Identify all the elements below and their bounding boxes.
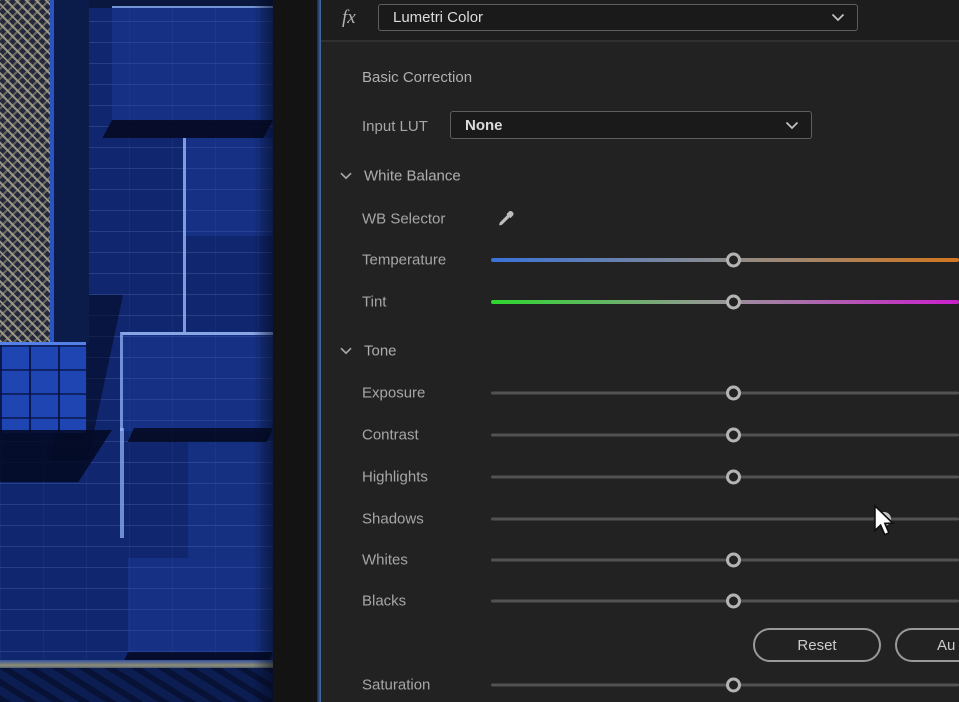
section-header-white-balance[interactable]: White Balance <box>321 162 959 190</box>
slider-row-contrast: Contrast <box>321 421 959 449</box>
window-screen-mesh <box>0 0 55 342</box>
input-lut-value: None <box>451 117 785 134</box>
eyedropper-icon[interactable] <box>493 207 519 233</box>
slider-label: Exposure <box>362 385 425 402</box>
effect-selector-value: Lumetri Color <box>379 9 831 26</box>
slider-row-tint: Tint <box>321 288 959 316</box>
slider-row-saturation: Saturation <box>321 671 959 699</box>
slider-row-highlights: Highlights <box>321 463 959 491</box>
slider-knob[interactable] <box>726 678 741 693</box>
panel-gutter <box>273 0 317 702</box>
section-header-tone[interactable]: Tone <box>321 337 959 365</box>
section-title-basic-correction: Basic Correction <box>362 69 472 86</box>
slider-track-area[interactable] <box>491 379 959 407</box>
effect-header-row: fx Lumetri Color <box>321 0 959 42</box>
slider-knob[interactable] <box>726 428 741 443</box>
chevron-down-icon[interactable] <box>831 13 845 22</box>
slider-knob[interactable] <box>726 594 741 609</box>
slider-knob[interactable] <box>726 470 741 485</box>
slider-track-area[interactable] <box>491 246 959 274</box>
slider-label: Shadows <box>362 511 424 528</box>
action-buttons-row: Reset Au <box>321 628 959 662</box>
slider-track-area[interactable] <box>491 671 959 699</box>
slider-row-temperature: Temperature <box>321 246 959 274</box>
slider-label: Saturation <box>362 677 430 694</box>
effect-selector-dropdown[interactable]: Lumetri Color <box>378 4 858 31</box>
slider-knob[interactable] <box>726 295 741 310</box>
slider-track-area[interactable] <box>491 288 959 316</box>
wb-selector-row: WB Selector <box>321 205 959 233</box>
slider-track-area[interactable] <box>491 463 959 491</box>
chevron-down-icon[interactable] <box>785 121 799 130</box>
video-preview-frame <box>0 0 273 702</box>
slider-knob[interactable] <box>726 386 741 401</box>
slider-label: Blacks <box>362 593 406 610</box>
slider-knob[interactable] <box>726 253 741 268</box>
input-lut-label: Input LUT <box>362 118 428 135</box>
slider-knob[interactable] <box>877 512 891 526</box>
slider-label: Temperature <box>362 252 446 269</box>
slider-label: Highlights <box>362 469 428 486</box>
section-header-label: White Balance <box>364 168 461 185</box>
fx-icon: fx <box>342 7 356 29</box>
slider-label: Tint <box>362 294 386 311</box>
window-frame <box>50 0 89 342</box>
wb-selector-label: WB Selector <box>362 211 445 228</box>
chevron-down-icon[interactable] <box>340 172 352 180</box>
slider-row-shadows: Shadows <box>321 505 959 533</box>
section-header-label: Tone <box>364 343 397 360</box>
app-window: fx Lumetri Color Basic Correction Input … <box>0 0 959 702</box>
slider-row-exposure: Exposure <box>321 379 959 407</box>
auto-button[interactable]: Au <box>895 628 959 662</box>
slider-track-area[interactable] <box>491 505 959 533</box>
slider-track-area[interactable] <box>491 421 959 449</box>
slider-track-area[interactable] <box>491 587 959 615</box>
window-sill <box>0 342 86 433</box>
input-lut-dropdown[interactable]: None <box>450 111 812 139</box>
slider-knob[interactable] <box>726 553 741 568</box>
slider-track-area[interactable] <box>491 546 959 574</box>
slider-label: Contrast <box>362 427 419 444</box>
reset-button[interactable]: Reset <box>753 628 881 662</box>
lumetri-color-panel: fx Lumetri Color Basic Correction Input … <box>321 0 959 702</box>
slider-label: Whites <box>362 552 408 569</box>
chevron-down-icon[interactable] <box>340 347 352 355</box>
slider-row-blacks: Blacks <box>321 587 959 615</box>
slider-row-whites: Whites <box>321 546 959 574</box>
